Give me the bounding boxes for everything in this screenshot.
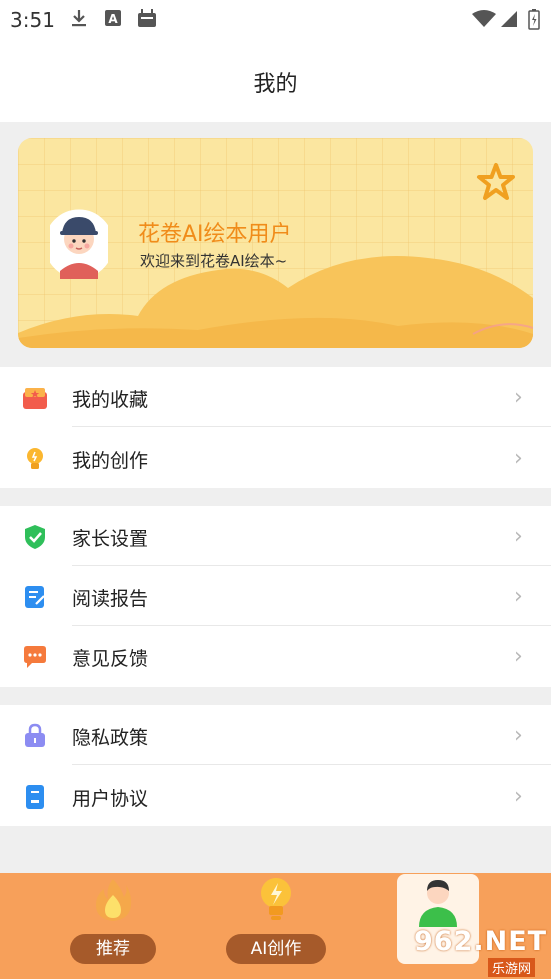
menu-item-label: 隐私政策 — [72, 727, 149, 749]
flame-icon — [96, 879, 132, 921]
menu-group-1: 我的收藏 › 我的创作 › — [0, 367, 551, 488]
chevron-right-icon: › — [514, 723, 523, 748]
menu-item-user-agreement[interactable]: 用户协议 › — [0, 766, 551, 826]
welcome-text: 欢迎来到花卷AI绘本~ — [140, 252, 288, 270]
menu-item-label: 用户协议 — [72, 788, 149, 810]
divider — [72, 426, 551, 427]
page-title: 我的 — [253, 72, 298, 97]
app-header: 我的 — [0, 38, 551, 122]
battery-icon — [528, 9, 540, 30]
menu-item-reading-report[interactable]: 阅读报告 › — [0, 566, 551, 626]
menu-item-privacy-policy[interactable]: 隐私政策 › — [0, 705, 551, 765]
lock-icon — [25, 723, 45, 747]
avatar[interactable] — [44, 209, 114, 279]
lightbulb-icon — [261, 878, 291, 920]
status-time: 3:51 — [10, 8, 55, 32]
chevron-right-icon: › — [514, 784, 523, 809]
menu-group-2: 家长设置 › 阅读报告 › 意见反馈 › — [0, 506, 551, 687]
chevron-right-icon: › — [514, 385, 523, 410]
menu-item-my-creations[interactable]: 我的创作 › — [0, 428, 551, 488]
watermark: 962.NET 乐游网 — [414, 926, 548, 977]
chevron-right-icon: › — [514, 446, 523, 471]
menu-item-label: 阅读报告 — [72, 588, 149, 610]
shield-check-icon — [25, 525, 45, 549]
menu-item-label: 我的创作 — [72, 450, 149, 472]
watermark-logo-text: 962.NET — [414, 926, 548, 957]
tab-ai-create[interactable]: AI创作 — [226, 873, 326, 979]
divider — [72, 764, 551, 765]
watermark-subtext: 乐游网 — [488, 958, 536, 977]
menu-item-label: 我的收藏 — [72, 389, 149, 411]
download-icon — [72, 10, 86, 27]
lightbulb-icon — [27, 448, 43, 469]
username: 花卷AI绘本用户 — [138, 222, 292, 247]
tab-recommend-label: 推荐 — [70, 934, 156, 964]
android-icon — [138, 9, 156, 27]
wifi-icon — [472, 10, 496, 27]
tab-recommend[interactable]: 推荐 — [70, 873, 156, 979]
menu-group-3: 隐私政策 › 用户协议 › — [0, 705, 551, 826]
star-icon — [477, 163, 515, 200]
signal-icon — [501, 11, 517, 27]
menu-item-label: 意见反馈 — [72, 648, 149, 670]
app-a-icon: A — [105, 10, 121, 26]
menu-item-parent-settings[interactable]: 家长设置 › — [0, 506, 551, 566]
chevron-right-icon: › — [514, 644, 523, 669]
chevron-right-icon: › — [514, 524, 523, 549]
report-icon — [25, 586, 45, 608]
status-bar: 3:51 A — [0, 0, 551, 38]
tab-ai-create-label: AI创作 — [226, 934, 326, 964]
menu-item-feedback[interactable]: 意见反馈 › — [0, 626, 551, 686]
menu-item-label: 家长设置 — [72, 528, 149, 550]
profile-avatar-icon — [419, 880, 457, 927]
menu-item-favorites[interactable]: 我的收藏 › — [0, 367, 551, 427]
svg-text:A: A — [108, 12, 118, 26]
chevron-right-icon: › — [514, 584, 523, 609]
feedback-icon — [24, 646, 46, 668]
favorites-icon — [23, 388, 47, 409]
agreement-icon — [26, 785, 44, 809]
